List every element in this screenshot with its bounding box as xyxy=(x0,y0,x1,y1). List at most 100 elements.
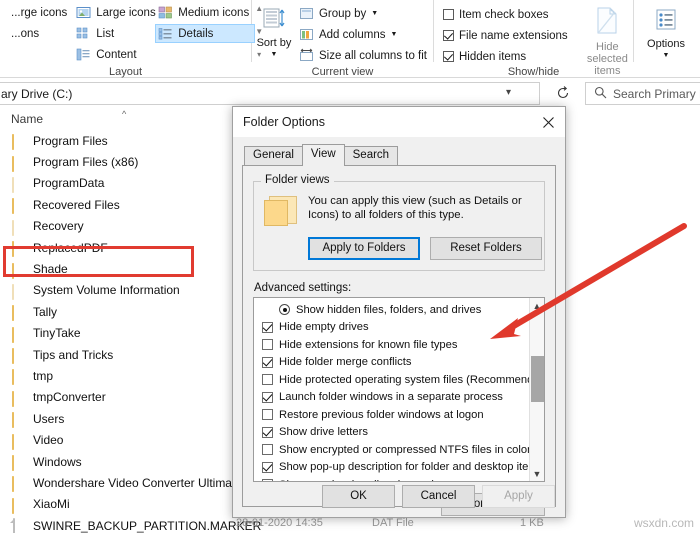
checkbox-icon[interactable] xyxy=(262,409,273,421)
advanced-settings-label: Advanced settings: xyxy=(254,282,352,294)
checkbox-icon[interactable] xyxy=(262,321,273,333)
layout-large-icons[interactable]: Large icons xyxy=(73,3,156,22)
large-icons-icon xyxy=(76,5,91,20)
folder-views-legend: Folder views xyxy=(261,174,334,186)
advanced-settings-listbox[interactable]: Show hidden files, folders, and drives Hi… xyxy=(253,297,545,482)
apply-to-folders-button[interactable]: Apply to Folders xyxy=(308,237,420,260)
layout-list[interactable]: List xyxy=(73,24,155,43)
advanced-setting-label: Show pop-up description for folder and d… xyxy=(279,461,544,474)
file-name: System Volume Information xyxy=(33,283,180,298)
view-tab-panel: Folder views You can apply this view (su… xyxy=(242,166,556,516)
folder-icon xyxy=(12,433,26,450)
layout-item-label: Details xyxy=(178,27,214,40)
checkbox-icon[interactable] xyxy=(443,30,454,41)
chevron-up-icon[interactable]: ▲ xyxy=(530,298,544,313)
options-label: Options xyxy=(647,38,685,50)
file-name-extensions-toggle[interactable]: File name extensions xyxy=(440,26,574,45)
group-by-button[interactable]: Group by ▼ xyxy=(296,4,433,23)
dialog-footer: OK Cancel Apply xyxy=(233,476,565,517)
file-name: TinyTake xyxy=(33,326,81,341)
highlight-box-annotation xyxy=(3,246,194,277)
item-check-boxes-toggle[interactable]: Item check boxes xyxy=(440,5,574,24)
file-name: Tips and Tricks xyxy=(33,347,114,362)
hidden-items-toggle[interactable]: Hidden items xyxy=(440,47,574,66)
layout-extra-large-icons[interactable]: ...rge icons xyxy=(0,3,73,22)
advanced-setting-row[interactable]: Show pop-up description for folder and d… xyxy=(254,459,544,477)
advanced-setting-row[interactable]: Hide extensions for known file types xyxy=(254,336,544,354)
hidden-items-label: Hidden items xyxy=(459,50,527,63)
folder-options-dialog: Folder Options General View Search Folde… xyxy=(232,106,566,518)
checkbox-icon[interactable] xyxy=(262,461,273,473)
file-type: DAT File xyxy=(372,517,414,529)
advanced-setting-label: Show encrypted or compressed NTFS files … xyxy=(279,443,531,456)
folder-icon xyxy=(12,390,26,407)
layout-medium-icons[interactable]: Medium icons xyxy=(155,3,255,22)
folder-views-icon xyxy=(264,196,298,228)
advanced-setting-row[interactable]: Hide protected operating system files (R… xyxy=(254,371,544,389)
checkbox-icon[interactable] xyxy=(262,339,273,351)
size-all-columns-button[interactable]: Size all columns to fit xyxy=(296,46,433,65)
checkbox-icon[interactable] xyxy=(443,9,454,20)
cancel-button[interactable]: Cancel xyxy=(402,485,475,508)
checkbox-icon[interactable] xyxy=(262,391,273,403)
search-input[interactable]: Search Primary D xyxy=(585,82,700,105)
file-explorer-window: ...rge icons ...ons Large icons List Con… xyxy=(0,0,700,533)
chevron-down-icon[interactable]: ▼ xyxy=(371,7,378,21)
size-all-columns-label: Size all columns to fit xyxy=(318,49,427,62)
advanced-setting-row[interactable]: Show encrypted or compressed NTFS files … xyxy=(254,441,544,459)
add-columns-button[interactable]: Add columns ▼ xyxy=(296,25,433,44)
advanced-setting-row[interactable]: Hide empty drives xyxy=(254,319,544,337)
advanced-setting-row[interactable]: Restore previous folder windows at logon xyxy=(254,406,544,424)
checkbox-icon[interactable] xyxy=(262,426,273,438)
group-by-label: Group by xyxy=(318,7,367,20)
file-name: tmp xyxy=(33,368,54,383)
address-input[interactable]: ary Drive (C:) ▾ xyxy=(0,82,540,105)
layout-small-icons[interactable]: ...ons xyxy=(0,24,73,43)
chevron-down-icon[interactable]: ▾ xyxy=(506,87,511,98)
ribbon-group-options: Options ▼ xyxy=(634,0,698,62)
advanced-setting-label: Hide protected operating system files (R… xyxy=(279,373,545,386)
checkbox-icon[interactable] xyxy=(262,374,273,386)
ok-button[interactable]: OK xyxy=(322,485,395,508)
file-name: Recovery xyxy=(33,219,84,234)
layout-content[interactable]: Content xyxy=(73,45,155,64)
file-name: Video xyxy=(33,433,64,448)
folder-hidden-icon xyxy=(12,283,26,300)
sort-by-icon xyxy=(261,6,287,35)
checkbox-icon[interactable] xyxy=(443,51,454,62)
advanced-settings-scrollbar[interactable]: ▲ ▼ xyxy=(529,298,544,481)
scrollbar-thumb[interactable] xyxy=(531,356,544,402)
column-header-name[interactable]: Name xyxy=(11,112,43,126)
add-columns-label: Add columns xyxy=(318,28,386,41)
file-name: Windows xyxy=(33,454,82,469)
dialog-title-bar[interactable]: Folder Options xyxy=(233,107,565,137)
advanced-settings-items: Show hidden files, folders, and drives Hi… xyxy=(254,298,544,481)
refresh-icon[interactable] xyxy=(552,82,574,103)
layout-item-label: ...rge icons xyxy=(11,6,68,19)
reset-folders-button[interactable]: Reset Folders xyxy=(430,237,542,260)
advanced-setting-row[interactable]: Show drive letters xyxy=(254,424,544,442)
radio-icon[interactable] xyxy=(279,304,290,316)
chevron-down-icon[interactable]: ▼ xyxy=(271,49,278,61)
checkbox-icon[interactable] xyxy=(262,356,273,368)
advanced-setting-row[interactable]: Show hidden files, folders, and drives xyxy=(254,301,544,319)
tab-general[interactable]: General xyxy=(244,146,303,165)
close-icon[interactable] xyxy=(531,107,565,137)
ribbon: ...rge icons ...ons Large icons List Con… xyxy=(0,0,700,78)
file-name: ProgramData xyxy=(33,176,105,191)
advanced-setting-row[interactable]: Launch folder windows in a separate proc… xyxy=(254,389,544,407)
sort-by-button[interactable]: Sort by ▼ xyxy=(256,4,292,61)
file-date: 28-01-2020 14:35 xyxy=(236,517,323,529)
watermark: wsxdn.com xyxy=(633,516,694,530)
tab-search[interactable]: Search xyxy=(343,146,399,165)
options-button[interactable]: Options ▼ xyxy=(642,5,690,62)
folder-icon xyxy=(12,476,26,493)
tab-view[interactable]: View xyxy=(301,144,345,166)
folder-views-group: Folder views You can apply this view (su… xyxy=(253,174,545,271)
checkbox-icon[interactable] xyxy=(262,444,273,456)
chevron-down-icon[interactable]: ▼ xyxy=(663,50,670,62)
ribbon-group-show-hide: Item check boxes File name extensions Hi… xyxy=(434,0,634,78)
layout-details[interactable]: Details xyxy=(155,24,256,43)
chevron-down-icon[interactable]: ▼ xyxy=(390,28,397,42)
advanced-setting-row[interactable]: Hide folder merge conflicts xyxy=(254,354,544,372)
